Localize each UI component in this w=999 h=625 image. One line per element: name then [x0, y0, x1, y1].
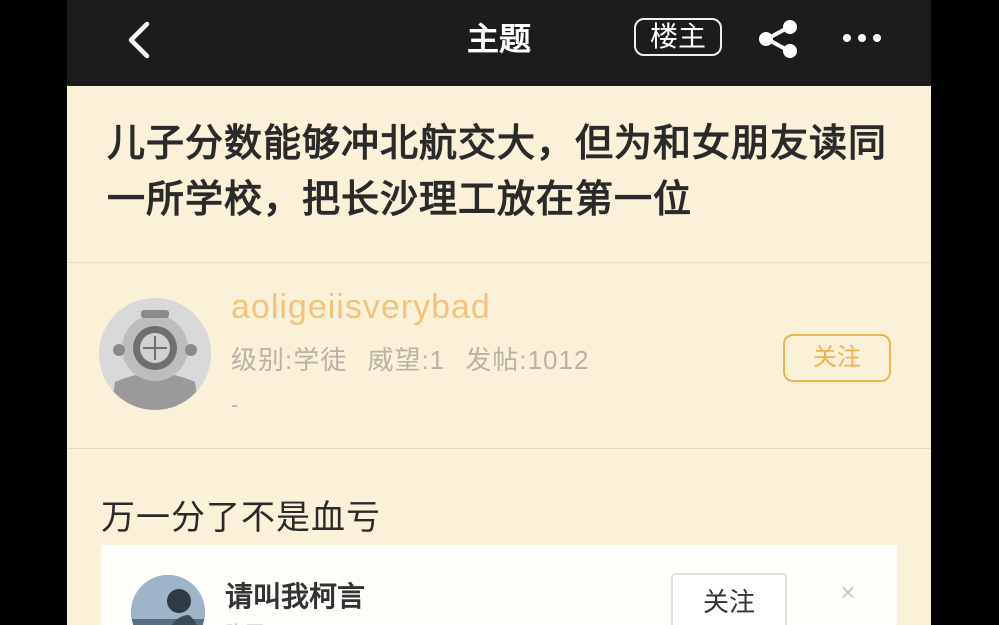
author-stats: 级别:学徒 威望:1 发帖:1012: [231, 345, 590, 375]
author-signature: -: [231, 392, 239, 417]
author-username[interactable]: aoligeiisverybad: [231, 288, 491, 327]
app-screen: 主题 楼主 儿子分数能够冲北航交大，但为和女朋友读同一所学校，把长沙理工放在第一…: [67, 0, 931, 625]
quote-author-avatar[interactable]: [131, 575, 205, 625]
post-content: 万一分了不是血亏: [101, 499, 381, 537]
top-nav-bar: 主题 楼主: [67, 0, 931, 86]
thread-title: 儿子分数能够冲北航交大，但为和女朋友读同一所学校，把长沙理工放在第一位: [107, 123, 888, 221]
close-icon[interactable]: ×: [833, 577, 863, 607]
op-only-toggle[interactable]: 楼主: [634, 18, 722, 56]
divider: [67, 262, 931, 263]
diving-helmet-icon: [99, 298, 211, 410]
follow-author-button[interactable]: 关注: [783, 334, 891, 382]
page-title: 主题: [466, 21, 531, 57]
quote-timestamp: 昨天 18:37: [225, 617, 321, 625]
divider: [67, 448, 931, 449]
more-options-icon[interactable]: [839, 24, 885, 52]
follow-quote-author-button[interactable]: 关注: [671, 573, 787, 625]
quote-author-name[interactable]: 请叫我柯言: [225, 575, 365, 615]
avatar-photo: [131, 575, 205, 625]
share-icon[interactable]: [755, 18, 801, 60]
embedded-post-card: 请叫我柯言 昨天 18:37 关注 ×: [101, 545, 897, 625]
author-avatar[interactable]: [99, 298, 211, 410]
